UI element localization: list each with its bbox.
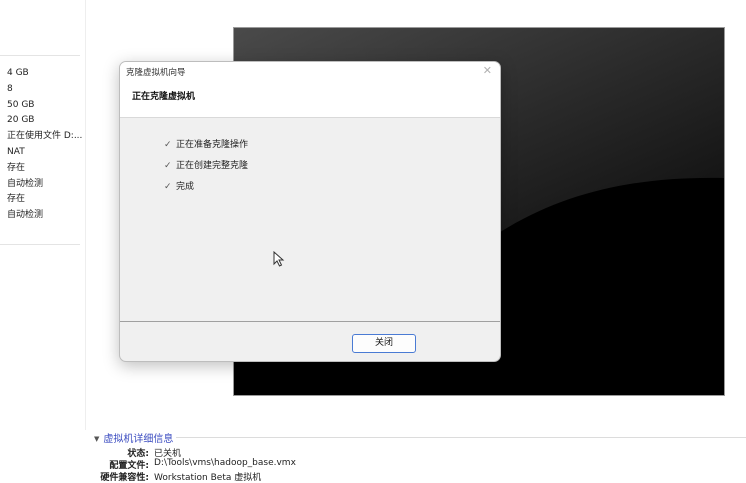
step-label: 完成	[176, 182, 195, 192]
device-disk2-value[interactable]: 20 GB	[7, 113, 83, 129]
dialog-title: 克隆虚拟机向导	[126, 68, 186, 78]
clone-wizard-dialog: 克隆虚拟机向导 ✕ 正在克隆虚拟机 ✓ 正在准备克隆操作 ✓ 正在创建完整克隆 ✓ 完…	[119, 61, 501, 362]
config-file-value: D:\Tools\vms\hadoop_base.vmx	[154, 458, 296, 468]
device-display-value[interactable]: 自动检测	[7, 208, 83, 224]
details-divider	[176, 437, 746, 438]
device-sound-value[interactable]: 自动检测	[7, 177, 83, 193]
dialog-footer-divider	[120, 321, 500, 322]
device-network-value[interactable]: NAT	[7, 145, 83, 161]
device-memory-value[interactable]: 4 GB	[7, 66, 83, 82]
device-printer-value[interactable]: 存在	[7, 192, 83, 208]
mouse-cursor-icon	[273, 251, 285, 267]
device-cdrom-value[interactable]: 正在使用文件 D:...	[7, 129, 83, 145]
divider	[0, 244, 80, 245]
step-label: 正在准备克隆操作	[176, 140, 249, 150]
step-item: ✓ 完成	[164, 181, 248, 202]
progress-steps: ✓ 正在准备克隆操作 ✓ 正在创建完整克隆 ✓ 完成	[164, 139, 248, 202]
step-item: ✓ 正在准备克隆操作	[164, 139, 248, 160]
step-item: ✓ 正在创建完整克隆	[164, 160, 248, 181]
device-processors-value[interactable]: 8	[7, 82, 83, 98]
dialog-heading: 正在克隆虚拟机	[132, 92, 196, 102]
vm-details-title: 虚拟机详细信息	[103, 434, 174, 445]
close-button[interactable]: 关闭	[352, 334, 416, 353]
divider	[0, 55, 80, 56]
hardware-compat-value: Workstation Beta 虚拟机	[154, 473, 262, 483]
dialog-titlebar[interactable]: 克隆虚拟机向导 ✕	[120, 62, 500, 82]
collapse-caret-icon: ▼	[94, 435, 100, 443]
hardware-compat-label: 硬件兼容性:	[100, 473, 149, 483]
device-summary-panel: 4 GB 8 50 GB 20 GB 正在使用文件 D:... NAT 存在 自…	[0, 0, 86, 483]
device-value-list: 4 GB 8 50 GB 20 GB 正在使用文件 D:... NAT 存在 自…	[7, 66, 83, 224]
check-icon: ✓	[164, 161, 172, 171]
close-icon[interactable]: ✕	[483, 64, 492, 77]
check-icon: ✓	[164, 140, 172, 150]
check-icon: ✓	[164, 182, 172, 192]
device-usb-value[interactable]: 存在	[7, 161, 83, 177]
device-disk1-value[interactable]: 50 GB	[7, 98, 83, 114]
vm-details-toggle[interactable]: ▼ 虚拟机详细信息	[94, 430, 173, 445]
dialog-header: 正在克隆虚拟机	[120, 82, 500, 118]
step-label: 正在创建完整克隆	[176, 161, 249, 171]
panel-divider	[85, 0, 86, 430]
